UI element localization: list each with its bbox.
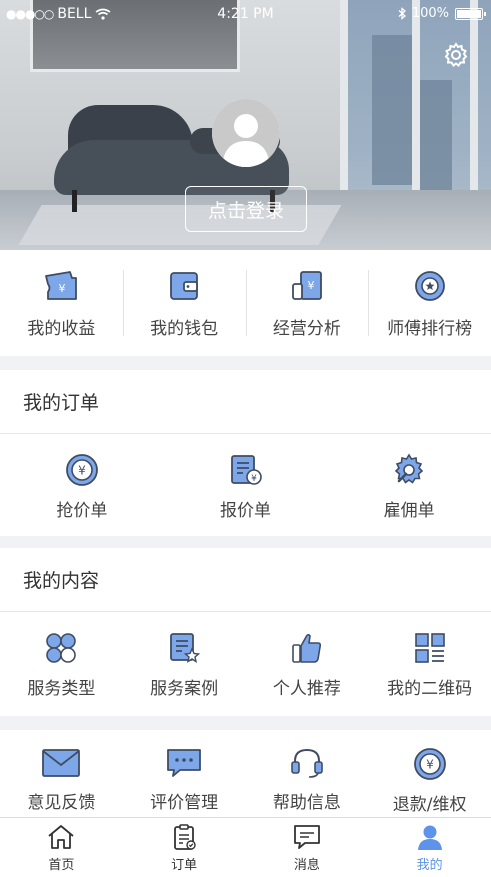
menu-ranking-label: 师傅排行榜 [387, 319, 473, 339]
menu-wallet-label: 我的钱包 [150, 319, 219, 339]
order-grab-price-label: 抢价单 [56, 501, 108, 521]
content-row: 服务类型 服务案例 个人推荐 我的二维码 [0, 612, 491, 716]
city-building [420, 80, 452, 190]
city-building [372, 35, 412, 185]
status-right: 100% [398, 6, 486, 21]
svg-text:¥: ¥ [59, 282, 66, 295]
headset-icon [291, 748, 323, 778]
content-service-type-label: 服务类型 [27, 679, 96, 699]
envelope-icon [42, 749, 81, 777]
content-qr-code-label: 我的二维码 [387, 679, 473, 699]
business-analysis-icon: ¥ [291, 271, 322, 300]
qr-code-icon [414, 633, 445, 663]
order-grab-price[interactable]: ¥ 抢价单 [0, 434, 164, 536]
quote-document-icon: ¥ [230, 455, 262, 485]
my-content-section: 我的内容 服务类型 服务案例 个人推荐 我的二维码 [0, 548, 491, 716]
content-service-case-label: 服务案例 [150, 679, 219, 699]
yen-coin-icon: ¥ [65, 454, 98, 486]
chat-bubble-icon [167, 749, 202, 777]
sofa-leg [72, 190, 77, 212]
review-management-item[interactable]: 评价管理 [123, 730, 246, 820]
order-quote-label: 报价单 [220, 501, 271, 521]
refund-label: 退款/维权 [392, 795, 467, 815]
battery-percent: 100% [411, 6, 449, 21]
case-star-icon [170, 633, 201, 663]
tab-mine[interactable]: 我的 [368, 818, 491, 877]
my-orders-section: 我的订单 ¥ 抢价单 ¥ 报价单 雇佣单 [0, 370, 491, 536]
menu-earnings[interactable]: ¥ 我的收益 [0, 250, 123, 356]
content-recommend-label: 个人推荐 [272, 679, 341, 699]
tab-home-label: 首页 [48, 858, 75, 873]
tab-orders[interactable]: 订单 [123, 818, 246, 877]
default-avatar-icon [212, 99, 280, 167]
categories-icon [46, 633, 77, 663]
svg-text:¥: ¥ [78, 464, 86, 478]
ranking-medal-icon [414, 271, 445, 301]
battery-icon [455, 7, 486, 20]
order-hire-label: 雇佣单 [383, 501, 435, 521]
section-title: 我的内容 [0, 548, 491, 612]
person-icon [417, 825, 442, 850]
tab-mine-label: 我的 [416, 858, 443, 873]
tab-messages-label: 消息 [293, 858, 320, 873]
order-quote[interactable]: ¥ 报价单 [164, 434, 328, 536]
svg-text:¥: ¥ [251, 474, 257, 484]
menu-wallet[interactable]: 我的钱包 [122, 250, 246, 356]
svg-text:¥: ¥ [426, 758, 434, 772]
bottom-tab-bar: 首页 订单 消息 我的 [0, 817, 491, 877]
wallet-icon [170, 272, 199, 300]
order-hire[interactable]: 雇佣单 [327, 434, 491, 536]
message-icon [293, 825, 320, 849]
more-services-row: 意见反馈 评价管理 帮助信息 ¥ 退款/维权 [0, 730, 491, 820]
tab-home[interactable]: 首页 [0, 818, 123, 877]
content-service-case[interactable]: 服务案例 [123, 612, 246, 716]
top-quick-menu: ¥ 我的收益 我的钱包 ¥ 经营分析 师傅排行榜 [0, 250, 491, 356]
status-bar: ●●●○○ BELL 4:21 PM 100% [0, 0, 491, 30]
bluetooth-icon [398, 7, 406, 20]
window-frame [340, 0, 348, 200]
help-item[interactable]: 帮助信息 [246, 730, 369, 820]
thumbs-up-icon [292, 633, 321, 663]
ticket-yen-icon: ¥ [45, 271, 78, 300]
refund-item[interactable]: ¥ 退款/维权 [368, 730, 491, 820]
menu-ranking[interactable]: 师傅排行榜 [368, 250, 491, 356]
content-qr-code[interactable]: 我的二维码 [368, 612, 491, 716]
menu-earnings-label: 我的收益 [27, 319, 96, 339]
gear-wrench-icon [394, 453, 424, 484]
tab-messages[interactable]: 消息 [246, 818, 369, 877]
content-service-type[interactable]: 服务类型 [0, 612, 123, 716]
menu-business-analysis[interactable]: ¥ 经营分析 [245, 250, 369, 356]
content-recommend[interactable]: 个人推荐 [246, 612, 369, 716]
avatar[interactable] [212, 99, 280, 167]
svg-text:¥: ¥ [307, 279, 314, 292]
menu-business-analysis-label: 经营分析 [272, 319, 341, 339]
clipboard-icon [174, 824, 196, 850]
home-icon [48, 825, 74, 849]
orders-row: ¥ 抢价单 ¥ 报价单 雇佣单 [0, 434, 491, 536]
login-button[interactable]: 点击登录 [185, 186, 307, 232]
refund-coin-icon: ¥ [413, 748, 446, 780]
help-label: 帮助信息 [272, 793, 341, 813]
feedback-label: 意见反馈 [27, 793, 96, 813]
settings-gear-icon[interactable] [443, 42, 469, 68]
review-management-label: 评价管理 [150, 793, 219, 813]
window-frame [470, 0, 478, 200]
window-frame [412, 0, 420, 200]
section-title: 我的订单 [0, 370, 491, 434]
feedback-item[interactable]: 意见反馈 [0, 730, 123, 820]
tab-orders-label: 订单 [171, 858, 198, 873]
